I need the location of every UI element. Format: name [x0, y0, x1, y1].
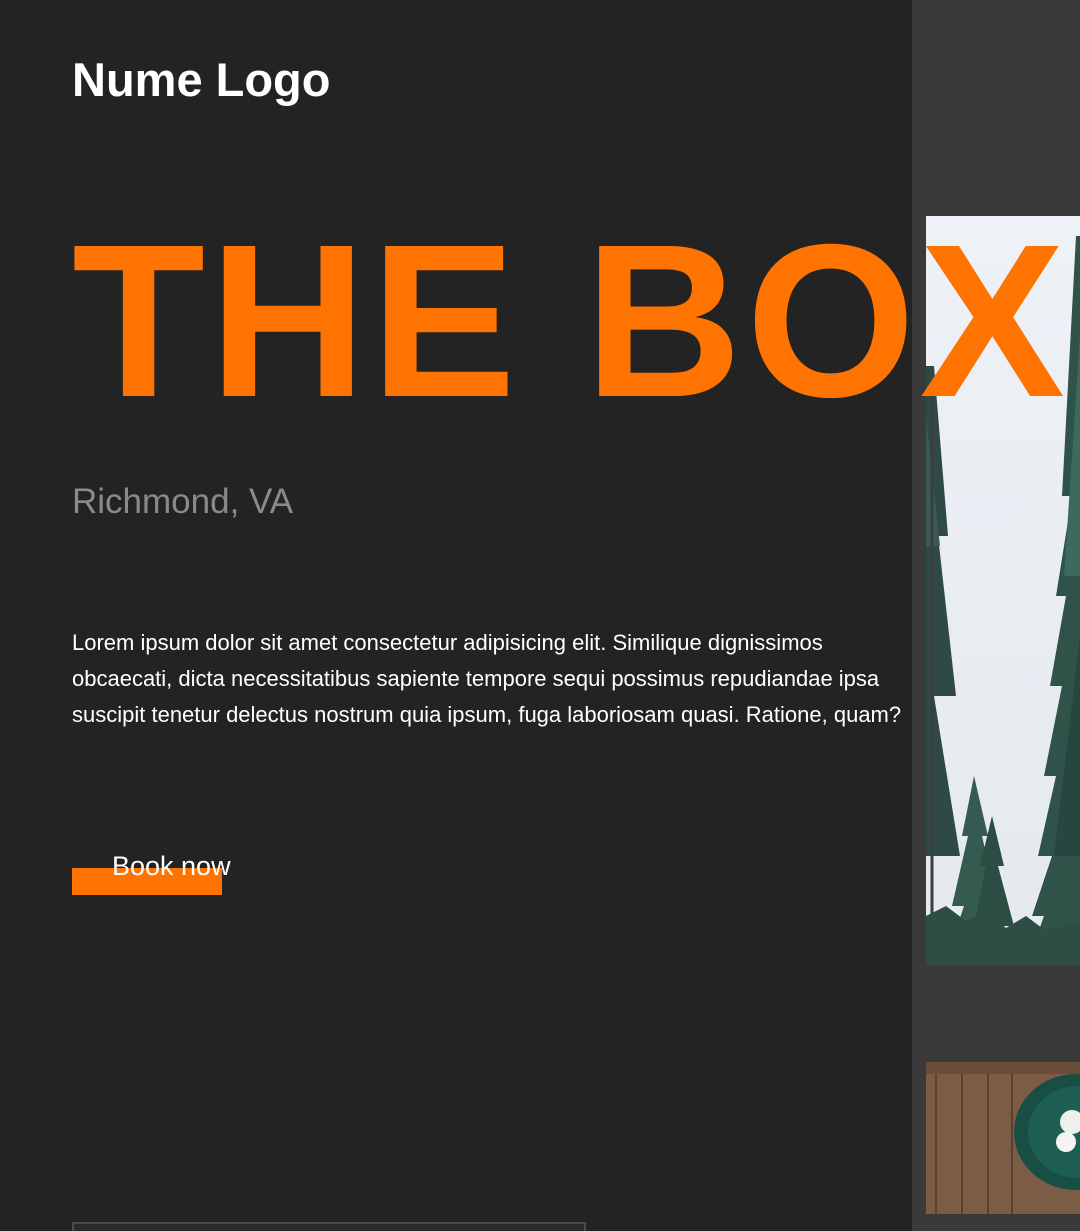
book-now-label: Book now: [112, 851, 231, 881]
book-now-button[interactable]: Book now: [72, 848, 242, 896]
picnic-table-photo: [926, 1062, 1080, 1214]
hero-title: THE BOX: [72, 200, 1069, 443]
location-subtitle: Richmond, VA: [72, 482, 294, 521]
hero-description: Lorem ipsum dolor sit amet consectetur a…: [72, 630, 902, 727]
site-logo[interactable]: Nume Logo: [72, 52, 330, 108]
landing-page: Nume Logo THE BOX Richmond, VA Lorem ips…: [0, 0, 1080, 1231]
next-section-card: [72, 1222, 586, 1231]
